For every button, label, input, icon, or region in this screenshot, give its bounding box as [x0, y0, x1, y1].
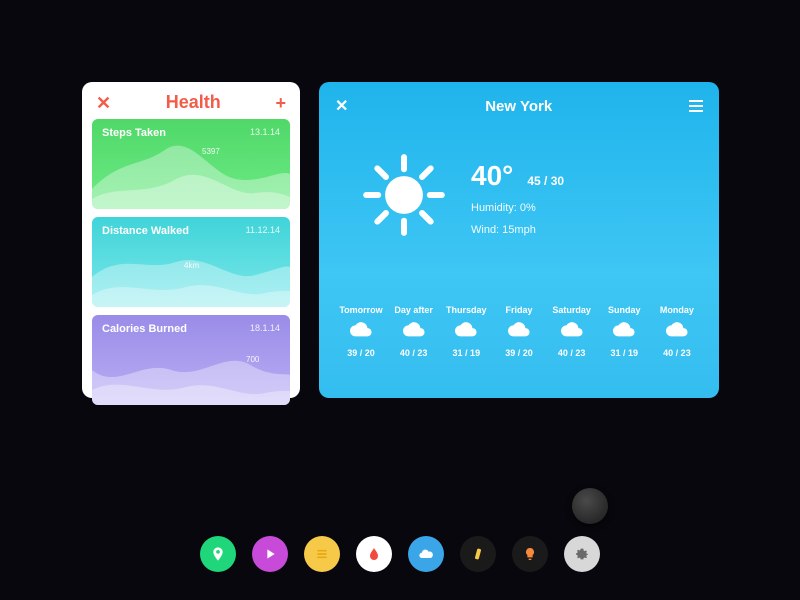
sun-icon — [361, 152, 447, 243]
forecast-day[interactable]: Day after 40 / 23 — [388, 305, 440, 358]
weather-header: ✕ New York — [335, 96, 703, 116]
humidity: Humidity: 0% — [471, 202, 564, 214]
cloud-icon — [666, 321, 688, 342]
health-card: ✕ Health + Steps Taken 13.1.14 5397 Dist… — [82, 82, 300, 398]
forecast-day[interactable]: Saturday 40 / 23 — [546, 305, 598, 358]
menu-icon[interactable] — [689, 100, 703, 112]
cloud-icon — [350, 321, 372, 342]
location-icon[interactable] — [200, 536, 236, 572]
forecast-row: Tomorrow 39 / 20 Day after 40 / 23 Thurs… — [335, 305, 703, 358]
cloud-icon — [561, 321, 583, 342]
forecast-temp: 31 / 19 — [453, 348, 481, 358]
weather-city: New York — [485, 98, 552, 115]
weather-card: ✕ New York 40° 45 — [319, 82, 719, 398]
forecast-label: Friday — [505, 305, 532, 315]
health-title: Health — [166, 92, 221, 113]
forecast-label: Monday — [660, 305, 694, 315]
forecast-label: Day after — [394, 305, 433, 315]
temperature: 40° — [471, 160, 513, 192]
close-icon[interactable]: ✕ — [96, 94, 111, 112]
forecast-temp: 40 / 23 — [400, 348, 428, 358]
metric-value: 4km — [184, 261, 199, 270]
metric-value: 700 — [246, 355, 259, 364]
metric-date: 11.12.14 — [246, 225, 280, 235]
forecast-temp: 39 / 20 — [347, 348, 375, 358]
forecast-label: Saturday — [552, 305, 591, 315]
forecast-day[interactable]: Monday 40 / 23 — [651, 305, 703, 358]
health-header: ✕ Health + — [92, 92, 290, 119]
close-icon[interactable]: ✕ — [335, 96, 348, 116]
forecast-label: Tomorrow — [339, 305, 382, 315]
forecast-day[interactable]: Tomorrow 39 / 20 — [335, 305, 387, 358]
cloud-icon — [403, 321, 425, 342]
forecast-day[interactable]: Thursday 31 / 19 — [440, 305, 492, 358]
bulb-icon[interactable] — [512, 536, 548, 572]
drop-icon[interactable] — [356, 536, 392, 572]
forecast-day[interactable]: Friday 39 / 20 — [493, 305, 545, 358]
forecast-day[interactable]: Sunday 31 / 19 — [598, 305, 650, 358]
metric-calories[interactable]: Calories Burned 18.1.14 700 — [92, 315, 290, 405]
list-icon[interactable] — [304, 536, 340, 572]
forecast-label: Sunday — [608, 305, 641, 315]
metric-distance[interactable]: Distance Walked 11.12.14 4km — [92, 217, 290, 307]
wind: Wind: 15mph — [471, 224, 564, 236]
forecast-temp: 40 / 23 — [663, 348, 691, 358]
cloud-icon — [508, 321, 530, 342]
forecast-label: Thursday — [446, 305, 487, 315]
dock-orb[interactable] — [572, 488, 608, 524]
metric-label: Steps Taken — [102, 127, 166, 139]
weather-main: 40° 45 / 30 Humidity: 0% Wind: 15mph — [335, 152, 703, 243]
forecast-temp: 39 / 20 — [505, 348, 533, 358]
cloud-icon[interactable] — [408, 536, 444, 572]
gear-icon[interactable] — [564, 536, 600, 572]
dock — [200, 536, 600, 572]
metric-label: Distance Walked — [102, 225, 189, 237]
temperature-range: 45 / 30 — [527, 174, 564, 188]
metric-date: 18.1.14 — [250, 323, 280, 333]
cloud-icon — [613, 321, 635, 342]
forecast-temp: 31 / 19 — [611, 348, 639, 358]
metric-date: 13.1.14 — [250, 127, 280, 137]
metric-value: 5397 — [202, 147, 220, 156]
flashlight-icon[interactable] — [460, 536, 496, 572]
metric-label: Calories Burned — [102, 323, 187, 335]
metric-steps[interactable]: Steps Taken 13.1.14 5397 — [92, 119, 290, 209]
forecast-temp: 40 / 23 — [558, 348, 586, 358]
play-icon[interactable] — [252, 536, 288, 572]
cloud-icon — [455, 321, 477, 342]
add-icon[interactable]: + — [275, 94, 286, 112]
weather-stats: 40° 45 / 30 Humidity: 0% Wind: 15mph — [471, 160, 564, 236]
